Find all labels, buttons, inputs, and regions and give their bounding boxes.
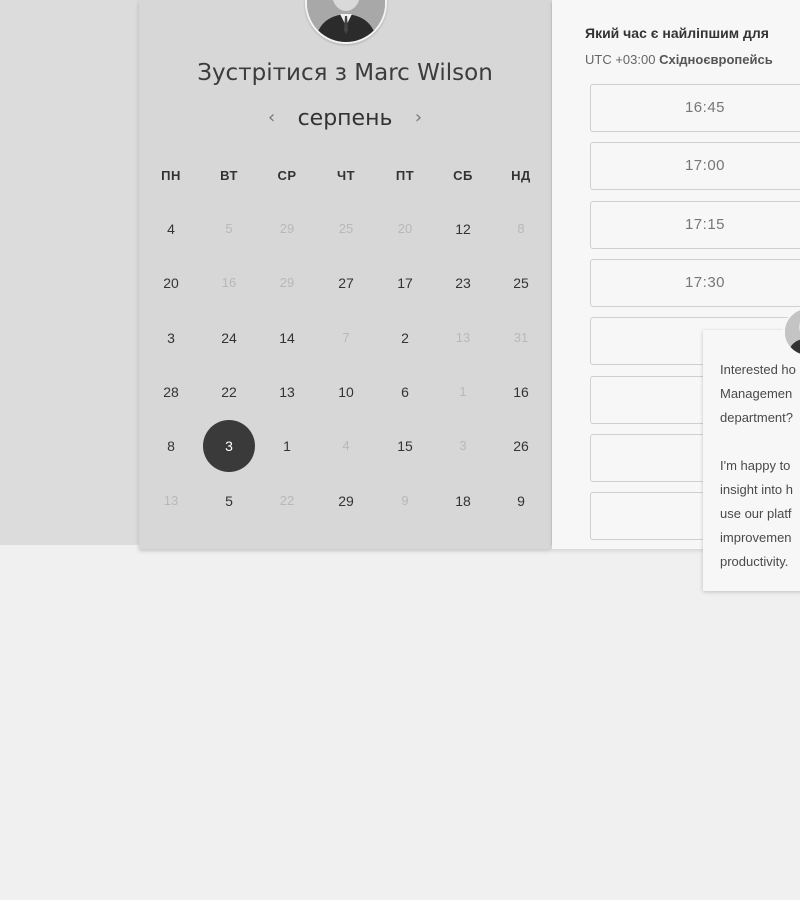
time-slot-button[interactable]: 17:15 — [590, 200, 800, 249]
calendar-day[interactable]: 23 — [437, 257, 489, 309]
calendar-day: 13 — [455, 330, 471, 345]
calendar-day[interactable]: 18 — [437, 475, 489, 527]
time-slot-label: 17:00 — [684, 157, 726, 175]
weekday-label: ПТ — [395, 168, 415, 183]
time-slot-button[interactable]: 16:45 — [590, 84, 800, 132]
calendar-day: 29 — [279, 275, 295, 290]
calendar-day: 20 — [397, 221, 413, 236]
calendar-day: 25 — [338, 221, 354, 236]
calendar-day: 9 — [401, 493, 409, 508]
time-slot-label: 16:45 — [684, 99, 726, 116]
calendar-day[interactable]: 14 — [261, 312, 313, 364]
weekday-label: НД — [511, 168, 531, 183]
calendar-day[interactable]: 20 — [145, 257, 197, 309]
timezone-offset: UTC +03:00 — [585, 52, 656, 67]
calendar-day[interactable]: 29 — [320, 475, 372, 527]
time-slot-label: 17:15 — [684, 215, 726, 233]
previous-month-icon[interactable]: ‹ — [261, 107, 283, 128]
calendar-day[interactable]: 10 — [320, 366, 372, 418]
calendar-day: 13 — [163, 493, 179, 508]
calendar-day[interactable]: 25 — [495, 257, 547, 309]
calendar-day: 8 — [517, 221, 525, 236]
calendar-day[interactable]: 3 — [145, 312, 197, 364]
calendar-day[interactable]: 2 — [379, 312, 431, 364]
weekday-label: СБ — [453, 168, 473, 183]
weekday-label: ВТ — [220, 168, 238, 183]
calendar-day: 7 — [342, 330, 350, 345]
month-label: серпень — [297, 106, 393, 131]
calendar-day[interactable]: 13 — [261, 366, 313, 418]
calendar-day[interactable]: 22 — [203, 366, 255, 418]
calendar-day: 29 — [279, 221, 295, 236]
calendar-day[interactable]: 9 — [495, 475, 547, 527]
calendar-day: 5 — [225, 221, 233, 236]
calendar-day: 1 — [459, 384, 467, 399]
next-month-icon[interactable]: › — [407, 107, 429, 128]
calendar-day[interactable]: 4 — [145, 203, 197, 255]
calendar-day[interactable]: 28 — [145, 366, 197, 418]
calendar-day[interactable]: 8 — [145, 420, 197, 472]
calendar-day[interactable]: 5 — [203, 475, 255, 527]
calendar-day[interactable]: 24 — [203, 312, 255, 364]
timezone-label[interactable]: UTC +03:00 Східноєвропейсь — [585, 52, 773, 67]
calendar-day[interactable]: 12 — [437, 203, 489, 255]
calendar-day: 4 — [342, 438, 350, 453]
weekday-label: ЧТ — [336, 168, 356, 183]
time-slot-button[interactable]: 17:30 — [590, 258, 800, 307]
calendar-day[interactable]: 17 — [379, 257, 431, 309]
month-navigation: ‹ серпень › — [139, 106, 551, 131]
calendar-day-selected[interactable]: 3 — [203, 420, 255, 472]
calendar-day: 16 — [221, 275, 237, 290]
time-slot-label: 17:30 — [684, 273, 726, 291]
time-slot-button[interactable]: 17:00 — [590, 142, 800, 191]
chat-popup-message: Interested ho Managemen department? I'm … — [720, 362, 796, 569]
meeting-title: Зустрітися з Marc Wilson — [197, 60, 493, 86]
timezone-name: Східноєвропейсь — [659, 52, 773, 67]
calendar-day: 3 — [459, 438, 467, 453]
weekday-label: ПН — [161, 168, 181, 183]
weekday-label: СР — [277, 168, 297, 183]
calendar-day[interactable]: 1 — [261, 420, 313, 472]
calendar-day[interactable]: 27 — [320, 257, 372, 309]
time-question-heading: Який час є найліпшим для — [585, 25, 769, 41]
calendar-day[interactable]: 26 — [495, 420, 547, 472]
calendar-day: 31 — [513, 330, 529, 345]
calendar-day[interactable]: 16 — [495, 366, 547, 418]
calendar-day: 22 — [279, 493, 295, 508]
calendar-day[interactable]: 6 — [379, 366, 431, 418]
calendar-day[interactable]: 15 — [379, 420, 431, 472]
